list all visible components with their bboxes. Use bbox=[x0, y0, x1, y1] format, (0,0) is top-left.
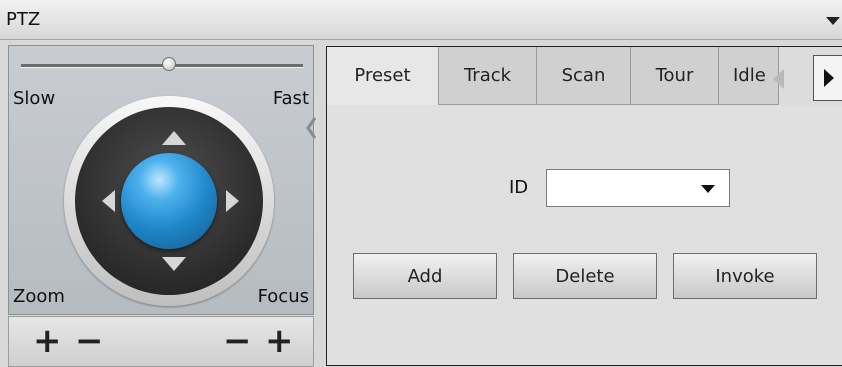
tab-preset[interactable]: Preset bbox=[327, 47, 439, 105]
focus-label: Focus bbox=[257, 286, 309, 307]
joystick-ball[interactable] bbox=[121, 153, 217, 249]
invoke-preset-button[interactable]: Invoke bbox=[673, 253, 817, 299]
id-label: ID bbox=[509, 177, 529, 198]
speed-slider-thumb[interactable] bbox=[161, 57, 176, 71]
preset-id-select[interactable] bbox=[546, 169, 730, 207]
ptz-control-panel: Slow Fast Zoom Focus bbox=[8, 45, 317, 315]
fast-label: Fast bbox=[272, 88, 309, 109]
zoom-label: Zoom bbox=[13, 286, 65, 307]
focus-out-button[interactable]: − bbox=[223, 321, 252, 361]
tab-scan[interactable]: Scan bbox=[537, 47, 631, 105]
preset-content: ID Add Delete Invoke bbox=[327, 105, 842, 365]
tab-tour[interactable]: Tour bbox=[631, 47, 719, 105]
panel-title: PTZ bbox=[6, 9, 41, 30]
slow-label: Slow bbox=[13, 88, 56, 109]
chevron-down-icon bbox=[701, 185, 715, 193]
joystick-pad bbox=[75, 107, 263, 295]
pan-right-icon[interactable] bbox=[226, 190, 239, 212]
tab-track[interactable]: Track bbox=[439, 47, 537, 105]
pan-up-icon[interactable] bbox=[162, 131, 186, 145]
add-preset-button[interactable]: Add bbox=[353, 253, 497, 299]
triangle-right-icon bbox=[824, 69, 834, 87]
delete-preset-button[interactable]: Delete bbox=[513, 253, 657, 299]
zoom-out-button[interactable]: − bbox=[75, 321, 104, 361]
zoom-focus-bar: + − − + bbox=[8, 316, 314, 367]
collapse-left-icon[interactable] bbox=[305, 116, 317, 140]
tab-scroll-right-button[interactable] bbox=[813, 55, 842, 101]
pan-down-icon[interactable] bbox=[162, 257, 186, 271]
joystick bbox=[64, 96, 274, 306]
preset-panel: Preset Track Scan Tour Idle ID Add Delet… bbox=[326, 46, 842, 366]
pan-left-icon[interactable] bbox=[102, 190, 115, 212]
tab-scroll-left-icon[interactable] bbox=[769, 67, 789, 91]
panel-titlebar: PTZ bbox=[0, 0, 842, 40]
focus-in-button[interactable]: + bbox=[265, 321, 294, 361]
tab-bar: Preset Track Scan Tour Idle bbox=[327, 47, 842, 105]
zoom-in-button[interactable]: + bbox=[33, 321, 62, 361]
collapse-panel-icon[interactable] bbox=[826, 17, 840, 25]
